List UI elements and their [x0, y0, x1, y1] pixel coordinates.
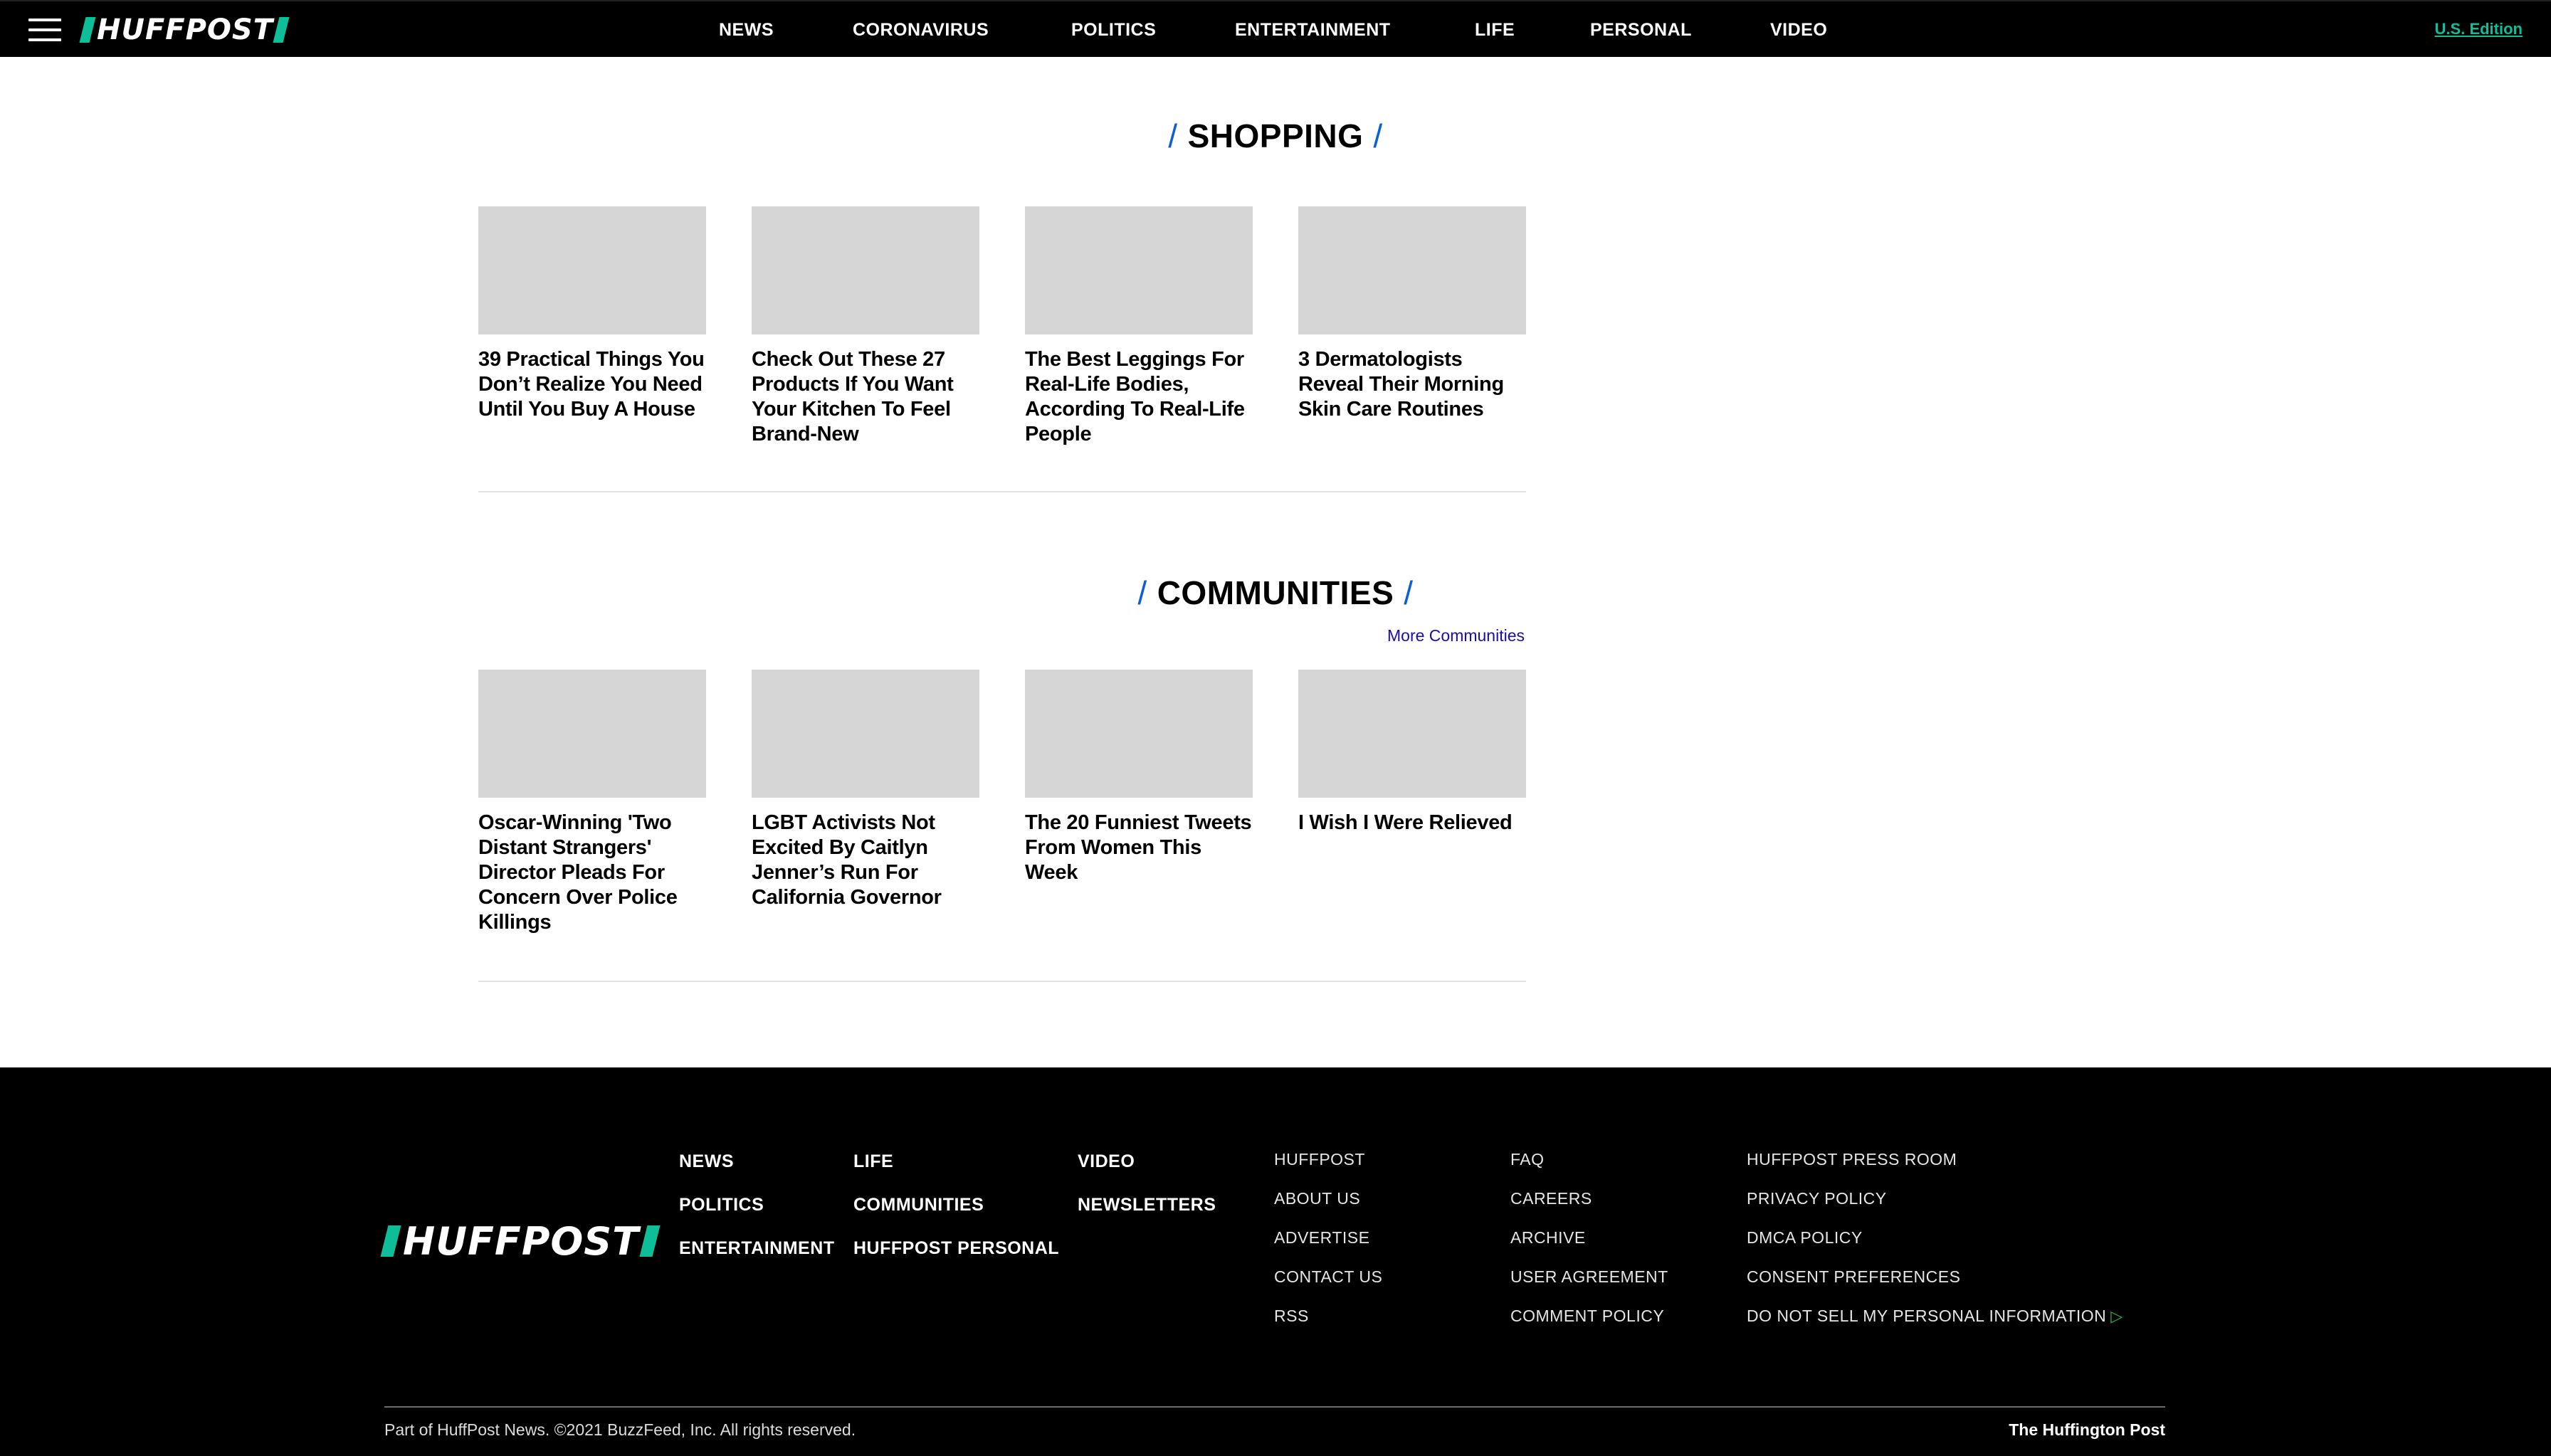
site-footer: HUFFPOST NEWS POLITICS ENTERTAINMENT LIF…	[0, 1067, 2551, 1456]
communities-card: The 20 Funniest Tweets From Women This W…	[1025, 670, 1253, 885]
card-headline[interactable]: I Wish I Were Relieved	[1298, 811, 1526, 835]
footer-section-politics[interactable]: POLITICS	[679, 1195, 764, 1215]
shopping-card: Check Out These 27 Products If You Want …	[752, 206, 979, 447]
shopping-card: 3 Dermatologists Reveal Their Morning Sk…	[1298, 206, 1526, 422]
footer-link-consent-preferences[interactable]: CONSENT PREFERENCES	[1747, 1267, 1960, 1287]
communities-card: Oscar-Winning 'Two Distant Strangers' Di…	[478, 670, 706, 935]
footer-link-press-room[interactable]: HUFFPOST PRESS ROOM	[1747, 1150, 1957, 1169]
hamburger-icon[interactable]	[28, 19, 61, 41]
nav-life[interactable]: LIFE	[1475, 20, 1515, 41]
shopping-card: 39 Practical Things You Don’t Realize Yo…	[478, 206, 706, 422]
more-communities-link[interactable]: More Communities	[1387, 626, 1525, 645]
corporate-name: The Huffington Post	[2009, 1420, 2165, 1439]
card-thumbnail[interactable]	[1298, 670, 1526, 798]
footer-link-comment-policy[interactable]: COMMENT POLICY	[1510, 1307, 1664, 1326]
footer-divider	[384, 1406, 2165, 1408]
card-headline[interactable]: Oscar-Winning 'Two Distant Strangers' Di…	[478, 811, 706, 935]
card-headline[interactable]: 39 Practical Things You Don’t Realize Yo…	[478, 347, 706, 422]
logo-bar-left	[79, 17, 96, 43]
footer-section-news[interactable]: NEWS	[679, 1151, 734, 1172]
nav-politics[interactable]: POLITICS	[1071, 20, 1156, 41]
edition-selector[interactable]: U.S. Edition	[2435, 20, 2523, 38]
footer-link-rss[interactable]: RSS	[1274, 1307, 1309, 1326]
privacy-arrow-icon: ▷	[2110, 1307, 2123, 1325]
footer-link-privacy-policy[interactable]: PRIVACY POLICY	[1747, 1189, 1887, 1208]
footer-section-video[interactable]: VIDEO	[1078, 1151, 1135, 1172]
footer-huffpost-logo[interactable]: HUFFPOST	[380, 1218, 661, 1264]
card-headline[interactable]: 3 Dermatologists Reveal Their Morning Sk…	[1298, 347, 1526, 422]
footer-link-about-us[interactable]: ABOUT US	[1274, 1189, 1360, 1208]
card-headline[interactable]: The Best Leggings For Real-Life Bodies, …	[1025, 347, 1253, 447]
card-thumbnail[interactable]	[752, 206, 979, 334]
footer-section-entertainment[interactable]: ENTERTAINMENT	[679, 1238, 835, 1259]
card-headline[interactable]: Check Out These 27 Products If You Want …	[752, 347, 979, 447]
footer-link-do-not-sell[interactable]: DO NOT SELL MY PERSONAL INFORMATION ▷	[1747, 1307, 2123, 1326]
logo-text: HUFFPOST	[97, 14, 274, 46]
footer-link-huffpost[interactable]: HUFFPOST	[1274, 1150, 1365, 1169]
footer-link-careers[interactable]: CAREERS	[1510, 1189, 1592, 1208]
card-thumbnail[interactable]	[1025, 670, 1253, 798]
top-navigation-bar: HUFFPOST NEWS CORONAVIRUS POLITICS ENTER…	[0, 0, 2551, 57]
section-title-communities: / COMMUNITIES /	[1137, 574, 1414, 611]
footer-link-contact-us[interactable]: CONTACT US	[1274, 1267, 1382, 1287]
huffpost-logo[interactable]: HUFFPOST	[79, 14, 290, 46]
communities-card: LGBT Activists Not Excited By Caitlyn Je…	[752, 670, 979, 910]
nav-coronavirus[interactable]: CORONAVIRUS	[853, 20, 989, 41]
card-thumbnail[interactable]	[752, 670, 979, 798]
nav-personal[interactable]: PERSONAL	[1590, 20, 1692, 41]
footer-section-huffpost-personal[interactable]: HUFFPOST PERSONAL	[853, 1238, 1059, 1259]
do-not-sell-label: DO NOT SELL MY PERSONAL INFORMATION	[1747, 1307, 2107, 1325]
shopping-title-text[interactable]: SHOPPING	[1188, 117, 1364, 154]
card-thumbnail[interactable]	[1298, 206, 1526, 334]
card-headline[interactable]: LGBT Activists Not Excited By Caitlyn Je…	[752, 811, 979, 910]
card-thumbnail[interactable]	[1025, 206, 1253, 334]
communities-title-text[interactable]: COMMUNITIES	[1157, 574, 1394, 611]
copyright-text: Part of HuffPost News. ©2021 BuzzFeed, I…	[384, 1420, 856, 1439]
footer-section-communities[interactable]: COMMUNITIES	[853, 1195, 984, 1215]
footer-link-advertise[interactable]: ADVERTISE	[1274, 1228, 1369, 1247]
nav-entertainment[interactable]: ENTERTAINMENT	[1235, 20, 1391, 41]
card-thumbnail[interactable]	[478, 206, 706, 334]
footer-section-newsletters[interactable]: NEWSLETTERS	[1078, 1195, 1216, 1215]
footer-link-user-agreement[interactable]: USER AGREEMENT	[1510, 1267, 1668, 1287]
communities-card: I Wish I Were Relieved	[1298, 670, 1526, 835]
footer-link-dmca-policy[interactable]: DMCA POLICY	[1747, 1228, 1863, 1247]
footer-link-archive[interactable]: ARCHIVE	[1510, 1228, 1586, 1247]
nav-video[interactable]: VIDEO	[1770, 20, 1827, 41]
shopping-card: The Best Leggings For Real-Life Bodies, …	[1025, 206, 1253, 447]
footer-link-faq[interactable]: FAQ	[1510, 1150, 1545, 1169]
logo-bar-right	[273, 17, 290, 43]
logo-bar-right	[639, 1225, 661, 1257]
footer-logo-text: HUFFPOST	[403, 1218, 640, 1264]
section-divider	[478, 491, 1526, 492]
section-title-shopping: / SHOPPING /	[1168, 117, 1383, 154]
card-thumbnail[interactable]	[478, 670, 706, 798]
logo-bar-left	[380, 1225, 401, 1257]
section-divider	[478, 981, 1526, 982]
card-headline[interactable]: The 20 Funniest Tweets From Women This W…	[1025, 811, 1253, 885]
footer-section-life[interactable]: LIFE	[853, 1151, 893, 1172]
nav-news[interactable]: NEWS	[719, 20, 774, 41]
